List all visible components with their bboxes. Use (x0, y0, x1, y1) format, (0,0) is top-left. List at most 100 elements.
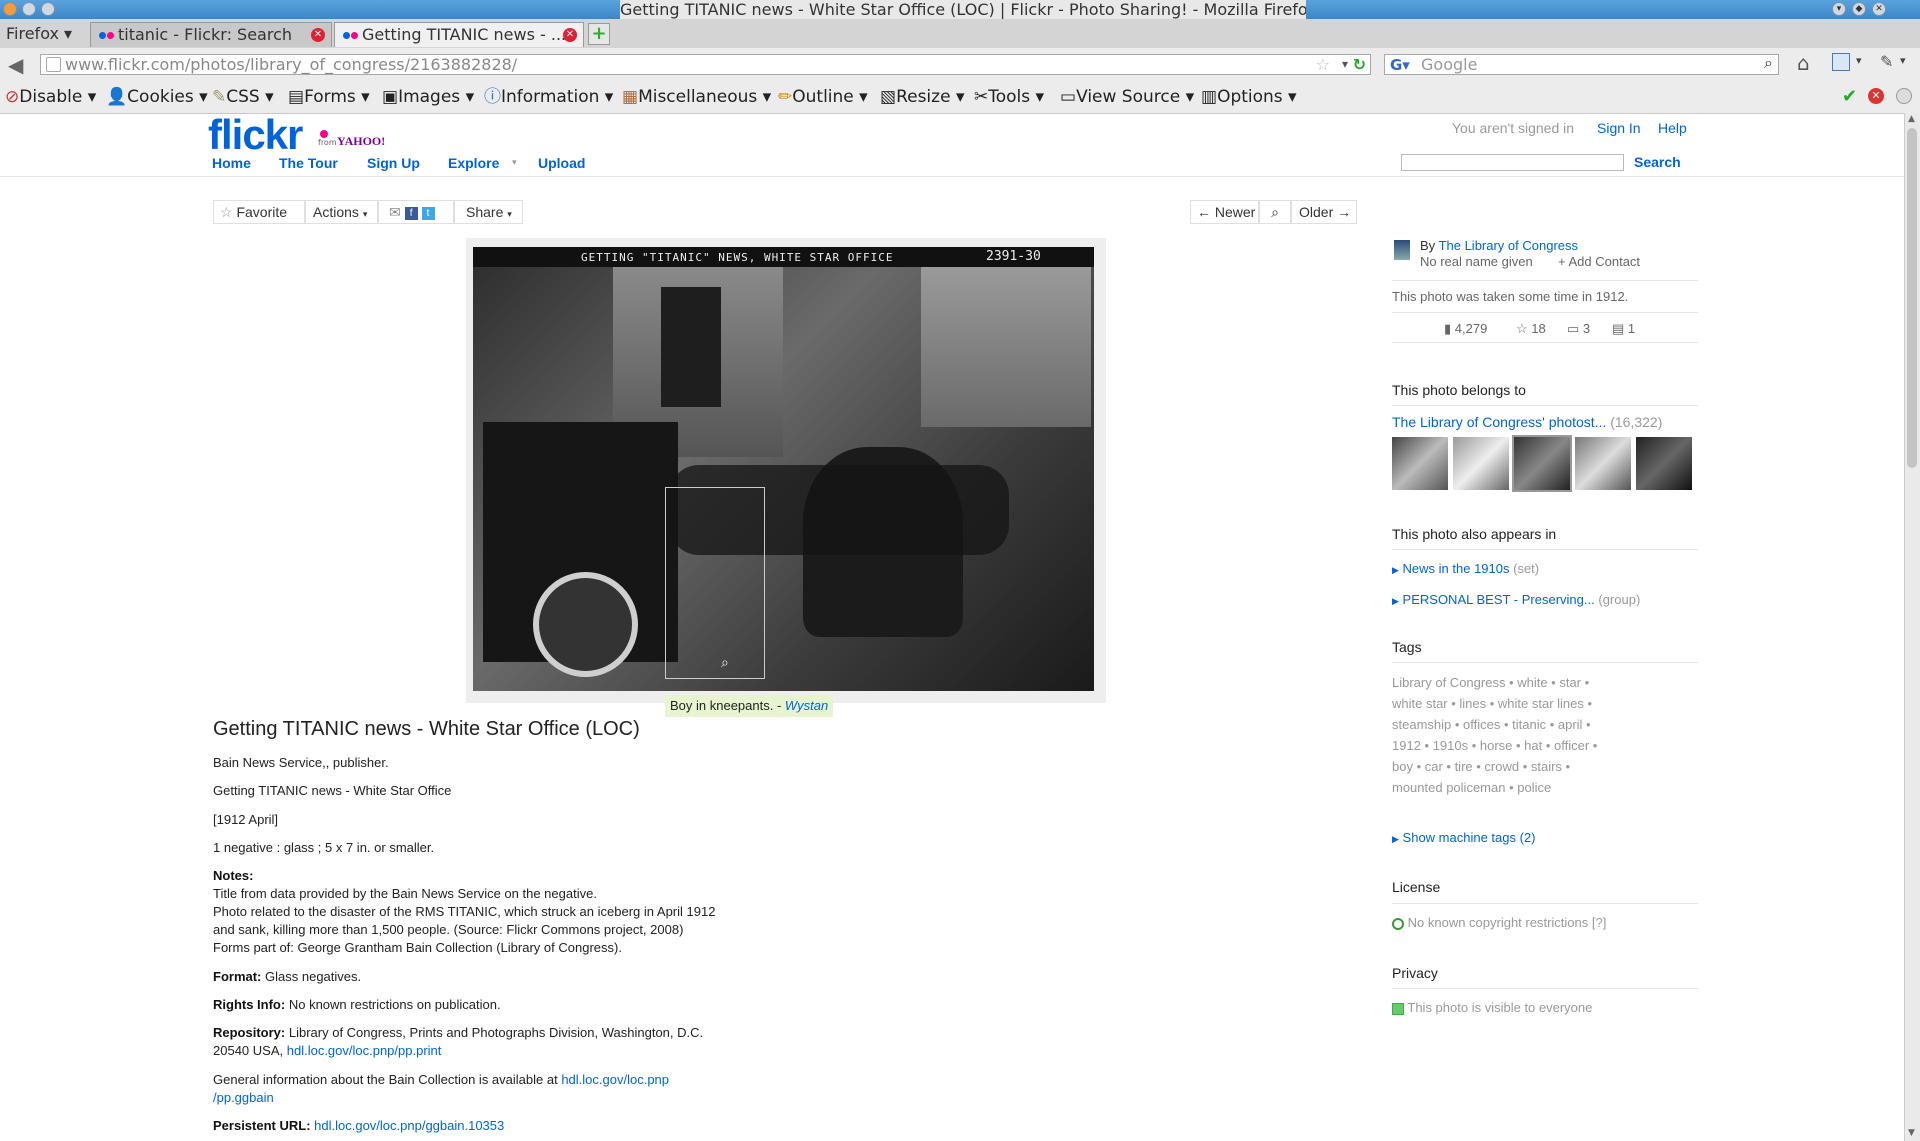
window-shade-icon[interactable] (22, 2, 36, 16)
nav-upload[interactable]: Upload (538, 155, 585, 171)
dev-menu-information[interactable]: ⓘInformation ▾ (484, 87, 613, 107)
binoculars-icon[interactable]: ⌕ (1764, 53, 1773, 73)
flickr-logo[interactable]: flickr (208, 113, 303, 157)
scroll-up-icon[interactable]: ▲ (1908, 114, 1915, 124)
tab-titanic-photo[interactable]: Getting TITANIC news - ... ✕ (334, 22, 584, 47)
reload-icon[interactable]: ↻ (1353, 55, 1366, 74)
nav-home[interactable]: Home (212, 155, 251, 171)
valid-check-icon[interactable]: ✔ (1842, 86, 1857, 107)
repository-link[interactable]: hdl.loc.gov/loc.pnp/pp.print (287, 1043, 442, 1058)
newer-button[interactable]: ← Newer (1190, 200, 1259, 224)
photostream-thumbnail[interactable] (1392, 437, 1448, 490)
persistent-url-link[interactable]: hdl.loc.gov/loc.pnp/ggbain.10353 (314, 1118, 504, 1133)
dev-menu-view-source[interactable]: ▭View Source ▾ (1060, 87, 1194, 107)
twitter-icon[interactable]: t (421, 206, 435, 220)
actions-button[interactable]: Actions ▾ (305, 200, 378, 224)
tag-line[interactable]: Library of Congress • white • star • (1392, 674, 1589, 691)
status-icon[interactable] (1896, 88, 1912, 104)
bain-collection-link-cont[interactable]: /pp.ggbain (213, 1090, 274, 1105)
dev-menu-resize[interactable]: ▧Resize ▾ (880, 87, 964, 107)
photostream-thumbnail[interactable] (1453, 437, 1509, 490)
navigation-bar: ◀ www.flickr.com/photos/library_of_congr… (0, 48, 1920, 80)
options-icon: ▥ (1201, 87, 1218, 107)
desc-repository: Repository: Library of Congress, Prints … (213, 1025, 704, 1058)
photostream-link[interactable]: The Library of Congress' photost... (1392, 414, 1606, 430)
comment-icon: ▭ (1567, 321, 1580, 336)
zoom-icon[interactable]: ⌕ (721, 655, 729, 671)
belongs-to-heading: This photo belongs to (1392, 382, 1526, 398)
tag-line[interactable]: steamship • offices • titanic • april • (1392, 716, 1591, 733)
site-identity-icon[interactable] (46, 57, 61, 72)
scroll-down-icon[interactable]: ▼ (1908, 1128, 1915, 1138)
dev-menu-disable[interactable]: ⊘Disable ▾ (5, 87, 96, 107)
triangle-right-icon: ▶ (1392, 834, 1399, 844)
bookmark-star-icon[interactable]: ☆ (1316, 55, 1330, 74)
facebook-icon[interactable]: f (404, 206, 418, 220)
group-link[interactable]: PERSONAL BEST - Preserving... (1403, 592, 1595, 607)
tag-line[interactable]: mounted policeman • police (1392, 779, 1551, 796)
machine-tags-toggle[interactable]: ▶ Show machine tags (2) (1392, 829, 1536, 848)
new-tab-button[interactable]: + (588, 23, 610, 45)
minimize-icon[interactable]: ▾ (1832, 2, 1846, 16)
older-button[interactable]: Older → (1291, 200, 1357, 224)
disable-icon: ⊘ (5, 87, 20, 107)
note-author-link[interactable]: Wystan (785, 698, 828, 713)
bookmarks-icon[interactable] (1832, 53, 1850, 71)
photostream-thumbnail[interactable] (1575, 437, 1631, 490)
tag-line[interactable]: white star • lines • white star lines • (1392, 695, 1592, 712)
email-icon[interactable]: ✉ (389, 204, 401, 220)
scrollbar-thumb[interactable] (1907, 128, 1917, 468)
dev-menu-css[interactable]: ✎CSS ▾ (212, 87, 274, 107)
window-pin-icon[interactable] (41, 2, 55, 16)
share-button[interactable]: Share ▾ (454, 200, 523, 224)
help-link[interactable]: Help (1658, 120, 1687, 136)
photostream-thumbnail-current[interactable] (1512, 435, 1572, 492)
owner-link[interactable]: The Library of Congress (1439, 238, 1578, 253)
photo-note-box[interactable] (665, 487, 765, 679)
photostream-thumbnail[interactable] (1636, 437, 1692, 490)
tag-line[interactable]: 1912 • 1910s • horse • hat • officer • (1392, 737, 1597, 754)
back-icon[interactable]: ◀ (8, 53, 23, 77)
url-field[interactable]: www.flickr.com/photos/library_of_congres… (40, 54, 1371, 75)
resize-icon: ▧ (880, 87, 897, 107)
privacy-heading: Privacy (1392, 965, 1438, 981)
tag-line[interactable]: boy • car • tire • crowd • stairs • (1392, 758, 1570, 775)
photo-owner: By The Library of Congress (1420, 238, 1579, 253)
owner-avatar[interactable] (1394, 240, 1410, 260)
bain-collection-link[interactable]: hdl.loc.gov/loc.pnp (561, 1072, 669, 1087)
firefox-menu-button[interactable]: Firefox ▾ (6, 24, 72, 43)
set-link[interactable]: News in the 1910s (1403, 561, 1510, 576)
tools-icon[interactable]: ✎ (1880, 52, 1893, 71)
dev-menu-tools[interactable]: ✂Tools ▾ (974, 87, 1044, 107)
search-engine-field[interactable]: G▾ Google (1384, 54, 1779, 75)
dev-menu-miscellaneous[interactable]: ▦Miscellaneous ▾ (622, 87, 771, 107)
error-icon[interactable]: ✕ (1868, 88, 1884, 104)
window-menu-icon[interactable] (3, 2, 17, 16)
close-tab-icon[interactable]: ✕ (563, 28, 577, 42)
nav-sign-up[interactable]: Sign Up (367, 155, 420, 171)
nav-the-tour[interactable]: The Tour (279, 155, 338, 171)
flickr-search-button[interactable]: Search (1634, 154, 1681, 170)
dev-menu-forms[interactable]: ▤Forms ▾ (288, 87, 370, 107)
desc-persistent-url: Persistent URL: hdl.loc.gov/loc.pnp/ggba… (213, 1118, 505, 1133)
dev-menu-options[interactable]: ▥Options ▾ (1201, 87, 1297, 107)
close-window-icon[interactable]: ✕ (1872, 2, 1886, 16)
dev-menu-outline[interactable]: ✏Outline ▾ (778, 87, 868, 107)
main-photo[interactable]: GETTING "TITANIC" NEWS, WHITE STAR OFFIC… (473, 247, 1094, 691)
home-icon[interactable]: ⌂ (1797, 51, 1810, 75)
notes-stat: ▤ 1 (1612, 321, 1636, 336)
flickr-search-input[interactable] (1401, 154, 1624, 171)
nav-explore[interactable]: Explore (448, 155, 499, 171)
zoom-icon[interactable]: ⌕ (1259, 200, 1291, 224)
sign-in-link[interactable]: Sign In (1597, 120, 1641, 136)
explore-chevron-down-icon[interactable]: ▾ (512, 158, 517, 168)
dev-menu-cookies[interactable]: 👤Cookies ▾ (106, 87, 208, 107)
add-contact-link[interactable]: + Add Contact (1558, 253, 1640, 270)
dev-menu-images[interactable]: ▣Images ▾ (382, 87, 474, 107)
google-icon[interactable]: G▾ (1390, 56, 1410, 75)
favorite-button[interactable]: ☆ Favorite (213, 200, 305, 224)
maximize-icon[interactable]: ◆ (1852, 2, 1866, 16)
url-history-icon[interactable]: ▾ (1342, 55, 1348, 74)
close-tab-icon[interactable]: ✕ (311, 28, 325, 42)
tab-flickr-search[interactable]: titanic - Flickr: Search ✕ (90, 22, 332, 47)
